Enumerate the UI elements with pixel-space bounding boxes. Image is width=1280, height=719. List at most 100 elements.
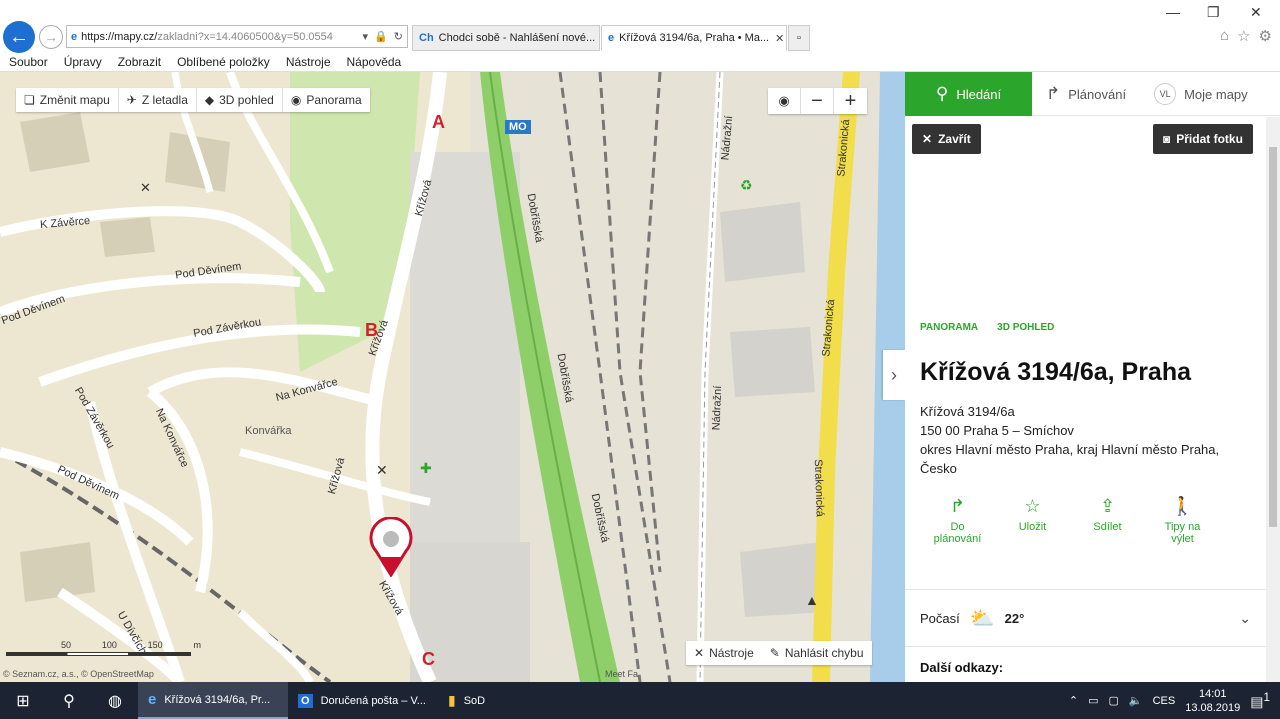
close-window-button[interactable]: ✕: [1250, 4, 1262, 21]
location-pin-icon[interactable]: [368, 517, 414, 577]
map-tools: ✕ Nástroje ✎ Nahlásit chybu: [686, 641, 872, 665]
menu-view[interactable]: Zobrazit: [118, 55, 161, 69]
panorama-button[interactable]: ◉ Panorama: [283, 88, 370, 112]
address-bar[interactable]: e https://mapy.cz/zakladni?x=14.4060500&…: [66, 25, 408, 48]
start-button[interactable]: ⊞: [0, 682, 46, 719]
gear-icon[interactable]: ⚙: [1259, 27, 1272, 45]
notification-icon[interactable]: ▤1: [1250, 691, 1270, 711]
locate-button[interactable]: ◉: [768, 88, 801, 114]
minimize-button[interactable]: —: [1166, 4, 1180, 20]
weather-temp: 22°: [1004, 610, 1025, 626]
zoom-out-button[interactable]: −: [801, 88, 834, 114]
home-icon[interactable]: ⌂: [1220, 27, 1229, 45]
place-title: Křížová 3194/6a, Praha: [920, 358, 1191, 386]
sport-icon[interactable]: ✚: [420, 460, 432, 477]
tab-search[interactable]: ⚲ Hledání: [905, 72, 1032, 116]
recycle-icon[interactable]: ♻: [740, 177, 753, 194]
input-language[interactable]: CES: [1153, 695, 1176, 707]
tools-button[interactable]: ✕ Nástroje: [686, 641, 762, 665]
report-label: Nahlásit chybu: [784, 646, 864, 660]
tab-my-maps[interactable]: VL Moje mapy: [1140, 72, 1262, 116]
tools-label: Nástroje: [709, 646, 754, 660]
panel-scrollbar[interactable]: [1266, 117, 1280, 682]
tab-favicon: e: [608, 32, 615, 44]
menu-edit[interactable]: Úpravy: [64, 55, 102, 69]
refresh-icon[interactable]: ↻: [394, 30, 403, 43]
forward-button[interactable]: →: [39, 25, 63, 49]
panel-tabs: ⚲ Hledání ↱ Plánování VL Moje mapy: [905, 72, 1280, 116]
menu-favorites[interactable]: Oblíbené položky: [177, 55, 270, 69]
aerial-button[interactable]: ✈ Z letadla: [119, 88, 197, 112]
change-map-button[interactable]: ❏ Změnit mapu: [16, 88, 119, 112]
folder-icon: ▮: [448, 692, 456, 708]
address-line: 150 00 Praha 5 – Smíchov: [920, 423, 1074, 438]
map-copyright[interactable]: © Seznam.cz, a.s., © OpenStreetMap: [3, 669, 154, 679]
menu-file[interactable]: Soubor: [9, 55, 48, 69]
trip-tips-button[interactable]: 🚶 Tipy na výlet: [1145, 496, 1220, 545]
scrollbar-thumb[interactable]: [1269, 147, 1277, 527]
waypoint-c[interactable]: C: [422, 649, 435, 670]
browser-pinned[interactable]: ◍: [92, 682, 138, 719]
restaurant-icon[interactable]: ✕: [376, 462, 388, 479]
zoom-in-button[interactable]: +: [834, 88, 867, 114]
maximize-button[interactable]: ❐: [1207, 4, 1220, 21]
weather-row[interactable]: Počasí ⛅ 22° ⌄: [905, 589, 1266, 647]
waypoint-a[interactable]: A: [432, 112, 445, 133]
url-rest: zakladni?x=14.4060500&y=50.0554: [157, 30, 333, 43]
network-icon[interactable]: ▭: [1088, 694, 1098, 707]
3d-view-label: 3D pohled: [219, 93, 274, 107]
chevron-up-icon[interactable]: ⌃: [1069, 694, 1078, 707]
tab-my-maps-label: Moje mapy: [1184, 86, 1248, 102]
globe-icon: ◍: [108, 692, 122, 710]
search-button[interactable]: ⚲: [46, 682, 92, 719]
windows-icon: ⊞: [16, 692, 30, 710]
display-icon[interactable]: ▢: [1108, 694, 1118, 707]
clock[interactable]: 14:01 13.08.2019: [1185, 687, 1240, 715]
chevron-right-icon: ›: [891, 364, 897, 385]
map-controls: ❏ Změnit mapu ✈ Z letadla ◆ 3D pohled ◉ Pano…: [16, 88, 370, 112]
taskbar-app-outlook[interactable]: O Doručená pošta – V...: [288, 682, 438, 719]
close-detail-button[interactable]: ✕ Zavřít: [912, 124, 981, 154]
monument-icon[interactable]: ▲: [805, 592, 819, 608]
detail-tags: PANORAMA 3D POHLED: [920, 322, 1054, 333]
3d-view-button[interactable]: ◆ 3D pohled: [197, 88, 283, 112]
plan-route-button[interactable]: ↱ Do plánování: [920, 496, 995, 545]
url-host: https://mapy.cz/: [81, 30, 158, 43]
menu-help[interactable]: Nápověda: [347, 55, 402, 69]
new-tab-button[interactable]: ▫: [788, 25, 810, 51]
taskbar-app-folder[interactable]: ▮ SoD: [438, 682, 518, 719]
star-icon: ☆: [1024, 496, 1041, 516]
tab-label: Křížová 3194/6a, Praha • Ma...: [619, 32, 770, 44]
share-button[interactable]: ⇪ Sdílet: [1070, 496, 1145, 545]
avatar: VL: [1154, 83, 1177, 105]
add-photo-button[interactable]: ◙ Přidat fotku: [1153, 124, 1253, 154]
address-line: okres Hlavní město Praha, kraj Hlavní mě…: [920, 442, 1220, 476]
pencil-icon: ✎: [769, 646, 780, 660]
close-tab-icon[interactable]: ✕: [769, 32, 784, 45]
star-icon[interactable]: ☆: [1237, 27, 1250, 45]
tab-planning[interactable]: ↱ Plánování: [1032, 72, 1140, 116]
volume-icon[interactable]: 🔈: [1129, 694, 1143, 707]
tab-mapy[interactable]: e Křížová 3194/6a, Praha • Ma... ✕: [601, 25, 787, 51]
back-button[interactable]: ←: [3, 21, 35, 53]
ie-icon: e: [71, 30, 78, 43]
menu-tools[interactable]: Nástroje: [286, 55, 331, 69]
area-label: Konvářka: [245, 425, 292, 437]
menubar: Soubor Úpravy Zobrazit Oblíbené položky …: [0, 52, 1280, 72]
change-map-label: Změnit mapu: [39, 93, 110, 107]
panel-toggle-button[interactable]: ›: [883, 350, 905, 400]
map-canvas[interactable]: A B C MO Dobříšská Dobříšská Dobříšská N…: [0, 72, 905, 682]
report-error-button[interactable]: ✎ Nahlásit chybu: [762, 641, 872, 665]
outlook-icon: O: [298, 693, 313, 708]
taskbar-app-ie[interactable]: e Křížová 3194/6a, Pr...: [138, 682, 288, 719]
route-icon: ↱: [1046, 84, 1061, 103]
plane-icon: ✈: [126, 93, 137, 107]
save-button[interactable]: ☆ Uložit: [995, 496, 1070, 545]
dropdown-icon[interactable]: ▾: [363, 30, 369, 43]
tag-3d[interactable]: 3D POHLED: [997, 322, 1054, 333]
place-actions: ↱ Do plánování ☆ Uložit ⇪ Sdílet 🚶 Tipy na v…: [905, 496, 1266, 545]
restaurant-icon[interactable]: ✕: [140, 180, 151, 196]
tag-panorama[interactable]: PANORAMA: [920, 322, 978, 333]
locate-icon: ◉: [778, 93, 790, 108]
tab-chodci[interactable]: Ch Chodci sobě - Nahlášení nové...: [412, 25, 600, 51]
